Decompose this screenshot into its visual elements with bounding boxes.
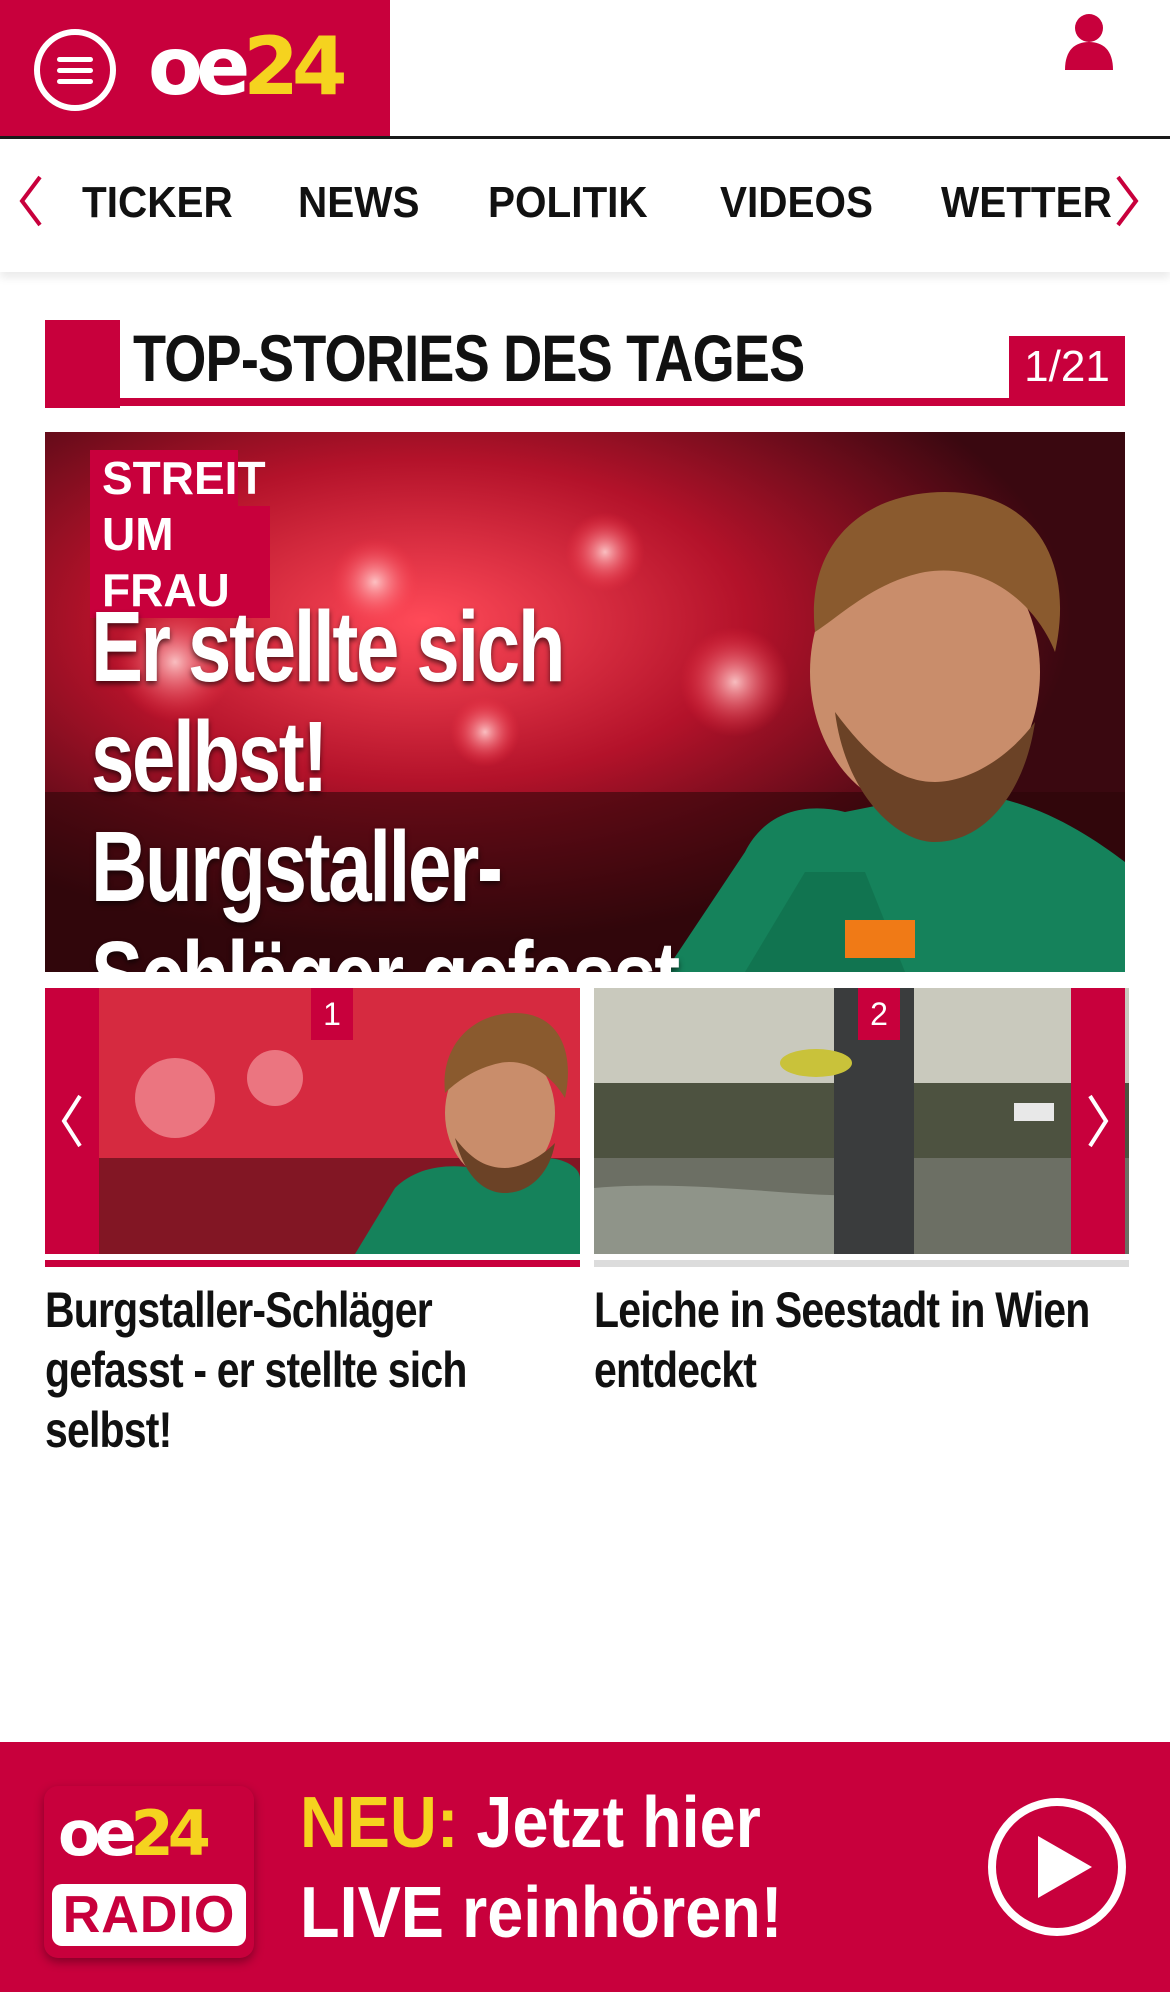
- hero-headline-line2: selbst! Burgstaller-: [91, 701, 503, 923]
- carousel-prev-button[interactable]: [45, 988, 99, 1254]
- story-carousel: 1 2: [45, 988, 1129, 1267]
- radio-logo: oe24 RADIO: [44, 1786, 254, 1958]
- radio-logo-label: RADIO: [52, 1884, 246, 1946]
- hero-headline-line1: Er stellte sich: [91, 591, 565, 703]
- card-1-active-bar: [45, 1260, 580, 1267]
- chevron-right-icon: [1088, 1094, 1109, 1148]
- nav-item-politik[interactable]: POLITIK: [488, 177, 648, 229]
- section-accent-block: [45, 320, 120, 408]
- card-2-number: 2: [858, 988, 900, 1040]
- story-counter: 1/21: [1009, 336, 1125, 398]
- hero-tag-line1: STREIT: [90, 450, 266, 506]
- play-icon: [1038, 1836, 1092, 1898]
- section-nav: TICKER NEWS POLITIK VIDEOS WETTER: [0, 139, 1170, 272]
- section-title: TOP-STORIES DES TAGES: [133, 321, 805, 395]
- card-2-bar: [594, 1260, 1129, 1267]
- radio-highlight: NEU:: [300, 1783, 459, 1863]
- brand-block: oe24: [0, 0, 390, 136]
- top-stories-header: TOP-STORIES DES TAGES 1/21: [45, 320, 1125, 408]
- nav-item-ticker[interactable]: TICKER: [82, 177, 233, 229]
- radio-banner[interactable]: oe24 RADIO NEU: Jetzt hier LIVE reinhöre…: [0, 1742, 1170, 1992]
- nav-item-news[interactable]: NEWS: [298, 177, 419, 229]
- site-header: oe24: [0, 0, 1170, 139]
- carousel-card-2[interactable]: 2: [594, 988, 1129, 1267]
- hamburger-menu-icon[interactable]: [34, 29, 116, 111]
- nav-next-chevron-icon[interactable]: [1112, 173, 1142, 229]
- hero-story[interactable]: STREIT UM FRAU Er stellte sich selbst! B…: [45, 432, 1125, 972]
- user-icon[interactable]: [1063, 12, 1115, 70]
- card-2-title[interactable]: Leiche in Seestadt in Wien entdeckt: [594, 1280, 1152, 1400]
- play-button[interactable]: [988, 1798, 1126, 1936]
- card-1-number: 1: [311, 988, 353, 1040]
- nav-item-wetter[interactable]: WETTER: [941, 177, 1112, 229]
- hero-headline-line3: Schläger gefasst: [91, 922, 731, 972]
- carousel-next-button[interactable]: [1071, 988, 1125, 1254]
- nav-item-videos[interactable]: VIDEOS: [720, 177, 873, 229]
- radio-line2: LIVE reinhören!: [300, 1873, 783, 1953]
- radio-cta-text: NEU: Jetzt hier LIVE reinhören!: [300, 1778, 782, 1958]
- nav-prev-chevron-icon[interactable]: [16, 173, 46, 229]
- chevron-left-icon: [61, 1094, 82, 1148]
- hero-headline: Er stellte sich selbst! Burgstaller- Sch…: [91, 592, 731, 972]
- radio-line1: Jetzt hier: [458, 1783, 761, 1863]
- site-logo[interactable]: oe24: [148, 22, 348, 112]
- section-underline: [45, 398, 1125, 406]
- carousel-card-1[interactable]: 1: [45, 988, 580, 1267]
- card-1-title[interactable]: Burgstaller-Schläger gefasst - er stellt…: [45, 1280, 537, 1460]
